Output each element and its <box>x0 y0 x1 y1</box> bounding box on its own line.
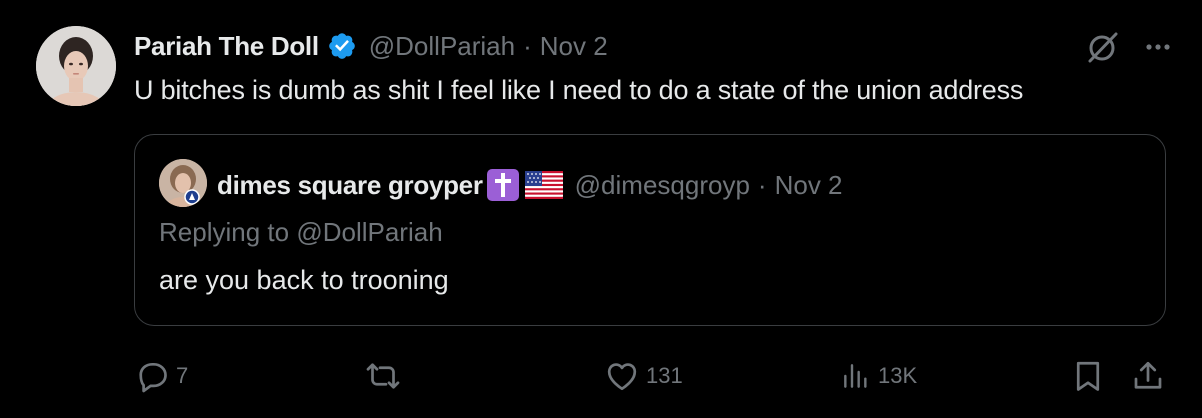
views-count: 13K <box>878 363 918 388</box>
quoted-header: dimes square groyper @dimesqgroyp · Nov … <box>217 165 843 205</box>
quoted-tweet-date[interactable]: Nov 2 <box>775 170 843 201</box>
bookmark-icon <box>1070 358 1106 394</box>
share-icon <box>1130 358 1166 394</box>
replying-to-prefix: Replying to <box>159 217 297 247</box>
tweet-date[interactable]: Nov 2 <box>540 31 608 62</box>
quoted-header-separator: · <box>757 169 767 200</box>
retweet-icon <box>364 358 402 394</box>
share-button[interactable] <box>1130 356 1166 396</box>
quoted-tweet-text: are you back to trooning <box>159 265 449 295</box>
like-icon <box>604 358 640 394</box>
verified-badge-icon[interactable] <box>327 31 357 61</box>
tweet[interactable]: Pariah The Doll @DollPariah · Nov 2 U bi <box>0 0 1202 418</box>
top-right-icons <box>1086 30 1172 69</box>
reply-icon <box>134 358 170 394</box>
tweet-text: U bitches is dumb as shit I feel like I … <box>134 75 1024 105</box>
tweet-header: Pariah The Doll @DollPariah · Nov 2 <box>134 28 608 64</box>
quoted-author-handle[interactable]: @dimesqgroyp <box>575 170 750 201</box>
author-avatar[interactable] <box>36 26 116 106</box>
author-display-name[interactable]: Pariah The Doll <box>134 31 319 62</box>
quoted-author-avatar[interactable] <box>159 159 207 207</box>
views-button[interactable]: 13K <box>840 356 917 396</box>
reply-count: 7 <box>176 363 189 388</box>
like-button[interactable]: 131 <box>604 356 683 396</box>
quoted-tweet[interactable]: dimes square groyper @dimesqgroyp · Nov … <box>134 134 1166 326</box>
bookmark-button[interactable] <box>1070 356 1106 396</box>
latin-cross-emoji <box>485 168 521 202</box>
more-icon[interactable] <box>1144 33 1172 66</box>
views-icon <box>840 358 872 394</box>
us-flag-emoji <box>524 171 563 199</box>
grok-icon[interactable] <box>1086 30 1120 69</box>
action-bar: 7 131 13K <box>134 356 1174 396</box>
reply-button[interactable]: 7 <box>134 356 188 396</box>
replying-to-mention[interactable]: @DollPariah <box>296 217 442 247</box>
header-separator: · <box>523 30 532 61</box>
quoted-author-display-name[interactable]: dimes square groyper <box>217 170 483 201</box>
replying-to-line: Replying to @DollPariah <box>159 217 443 248</box>
like-count: 131 <box>646 363 683 388</box>
retweet-button[interactable] <box>364 356 408 396</box>
author-handle[interactable]: @DollPariah <box>369 31 515 62</box>
